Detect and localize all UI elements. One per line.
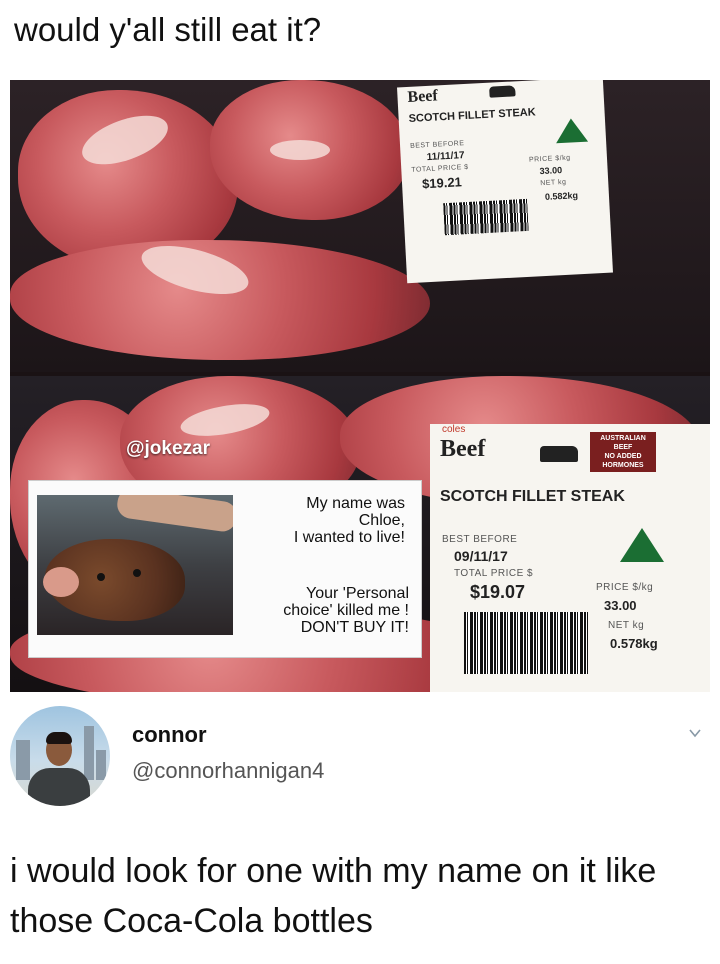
top-best-before-label: BEST BEFORE (409, 140, 465, 150)
bottom-price-per-kg: 33.00 (604, 598, 637, 613)
avatar-body (28, 768, 90, 806)
top-total-price-label: TOTAL PRICE $ (411, 163, 469, 174)
jokezar-watermark: @jokezar (126, 438, 211, 459)
cow-icon (489, 85, 516, 98)
avatar-background (96, 750, 106, 780)
top-best-before: 11/11/17 (426, 150, 465, 164)
top-price-per-kg: 33.00 (539, 165, 563, 177)
chloe-text-line: My name was (306, 495, 405, 512)
top-total-price: $19.21 (421, 174, 463, 192)
barcode (443, 198, 529, 236)
bottom-total-price-label: TOTAL PRICE $ (454, 568, 534, 579)
avatar-hair (46, 732, 72, 744)
bottom-total-price: $19.07 (470, 582, 526, 602)
reply-user-handle[interactable]: @connorhannigan4 (132, 758, 324, 784)
top-price-label: Beef SCOTCH FILLET STEAK BEST BEFORE 11/… (397, 80, 613, 284)
cow-eye (133, 569, 141, 577)
chloe-text-line: DON'T BUY IT! (300, 619, 409, 636)
chloe-text-line: I wanted to live! (293, 529, 405, 546)
chloe-text-line: choice' killed me ! (283, 602, 409, 619)
bottom-label-product: SCOTCH FILLET STEAK (440, 488, 625, 505)
reply-user-row[interactable]: connor @connorhannigan4 (0, 700, 720, 810)
bottom-price-label: coles Beef AUSTRALIAN BEEF NO ADDED HORM… (430, 424, 710, 692)
bottom-net-weight: 0.578kg (610, 636, 658, 651)
chloe-text-line: Your 'Personal (306, 585, 409, 602)
top-meat-tray: Beef SCOTCH FILLET STEAK BEST BEFORE 11/… (10, 80, 710, 372)
logo-triangle-icon (554, 117, 589, 144)
avatar[interactable] (10, 706, 110, 806)
cow-eye (97, 573, 105, 581)
cow-icon (540, 446, 578, 462)
top-label-product: SCOTCH FILLET STEAK (408, 106, 536, 125)
logo-triangle-icon (620, 528, 664, 562)
cow-photo (37, 495, 233, 635)
avatar-background (84, 726, 94, 780)
chloe-text-line: Chloe, (358, 512, 405, 529)
bottom-best-before-label: BEST BEFORE (442, 534, 518, 545)
fat-marbling (270, 140, 330, 160)
australian-beef-badge: AUSTRALIAN BEEF NO ADDED HORMONES (590, 432, 656, 472)
meat-photo: Beef SCOTCH FILLET STEAK BEST BEFORE 11/… (10, 80, 710, 692)
cow-nose-image (43, 567, 79, 597)
badge-line: BEEF (613, 444, 633, 451)
badge-line: AUSTRALIAN (600, 435, 646, 442)
hand-image (115, 495, 233, 534)
bottom-label-brand: Beef (440, 436, 486, 462)
chloe-protest-card: My name was Chloe, I wanted to live! You… (28, 480, 422, 658)
top-price-per-kg-label: PRICE $/kg (528, 154, 571, 164)
badge-line: NO ADDED (604, 453, 642, 460)
reply-text: i would look for one with my name on it … (10, 852, 657, 940)
reply-user-name[interactable]: connor (132, 722, 207, 748)
top-net-label: NET kg (540, 178, 567, 188)
bottom-net-label: NET kg (608, 620, 645, 631)
chevron-down-icon[interactable] (688, 726, 702, 740)
post-header-text: would y'all still eat it? (14, 11, 322, 48)
top-net-weight: 0.582kg (544, 190, 579, 202)
bottom-price-per-kg-label: PRICE $/kg (596, 582, 654, 593)
avatar-background (16, 740, 30, 780)
badge-line: HORMONES (602, 462, 644, 469)
bottom-best-before: 09/11/17 (454, 548, 508, 564)
coles-logo: coles (442, 424, 466, 435)
barcode (464, 612, 588, 674)
top-label-brand: Beef (407, 87, 439, 106)
